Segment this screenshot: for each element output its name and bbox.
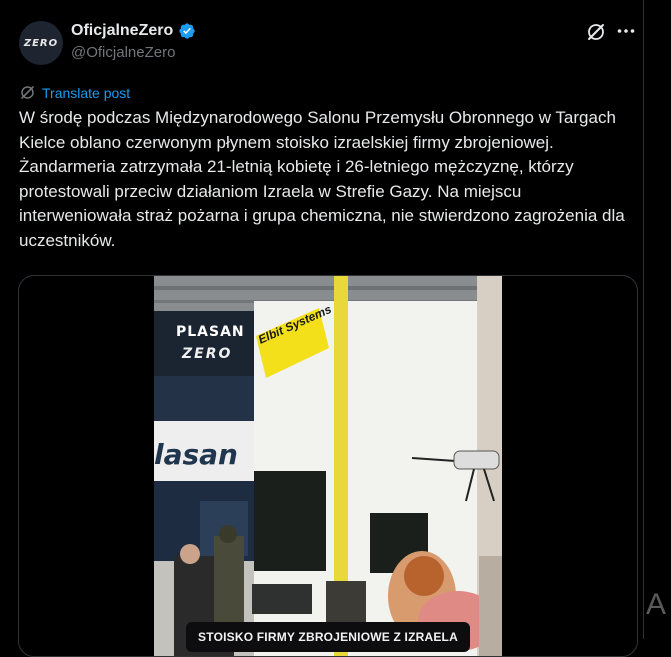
verified-badge-icon[interactable]	[178, 22, 196, 40]
more-icon	[617, 29, 635, 33]
more-button[interactable]	[614, 20, 638, 42]
handle[interactable]: @OficjalneZero	[71, 44, 175, 61]
display-name[interactable]: OficjalneZero	[71, 22, 173, 40]
plasan-sign: PLASAN	[176, 324, 245, 340]
translate-post-link[interactable]: Translate post	[19, 84, 130, 101]
plasan-large-sign: lasan	[154, 438, 238, 471]
author-name-row: OficjalneZero	[71, 22, 196, 40]
avatar-logo-text: ZERO	[23, 37, 59, 49]
corner-glyph: A	[646, 588, 667, 621]
grok-button[interactable]	[585, 21, 607, 43]
post-media[interactable]: PLASAN ZERO lasan Elbit Systems STOISKO …	[18, 275, 638, 657]
video-caption-bar: STOISKO FIRMY ZBROJENIOWE Z IZRAELA	[186, 622, 470, 652]
grok-icon	[588, 24, 604, 40]
video-caption: STOISKO FIRMY ZBROJENIOWE Z IZRAELA	[198, 630, 458, 644]
timeline-border	[643, 0, 644, 639]
translate-post-label[interactable]: Translate post	[42, 85, 130, 101]
video-watermark: ZERO	[182, 346, 233, 362]
post-text: W środę podczas Międzynarodowego Salonu …	[19, 108, 625, 250]
translate-icon	[21, 86, 34, 99]
video-frame[interactable]: PLASAN ZERO lasan Elbit Systems STOISKO …	[154, 276, 502, 656]
avatar[interactable]: ZERO	[19, 21, 63, 65]
